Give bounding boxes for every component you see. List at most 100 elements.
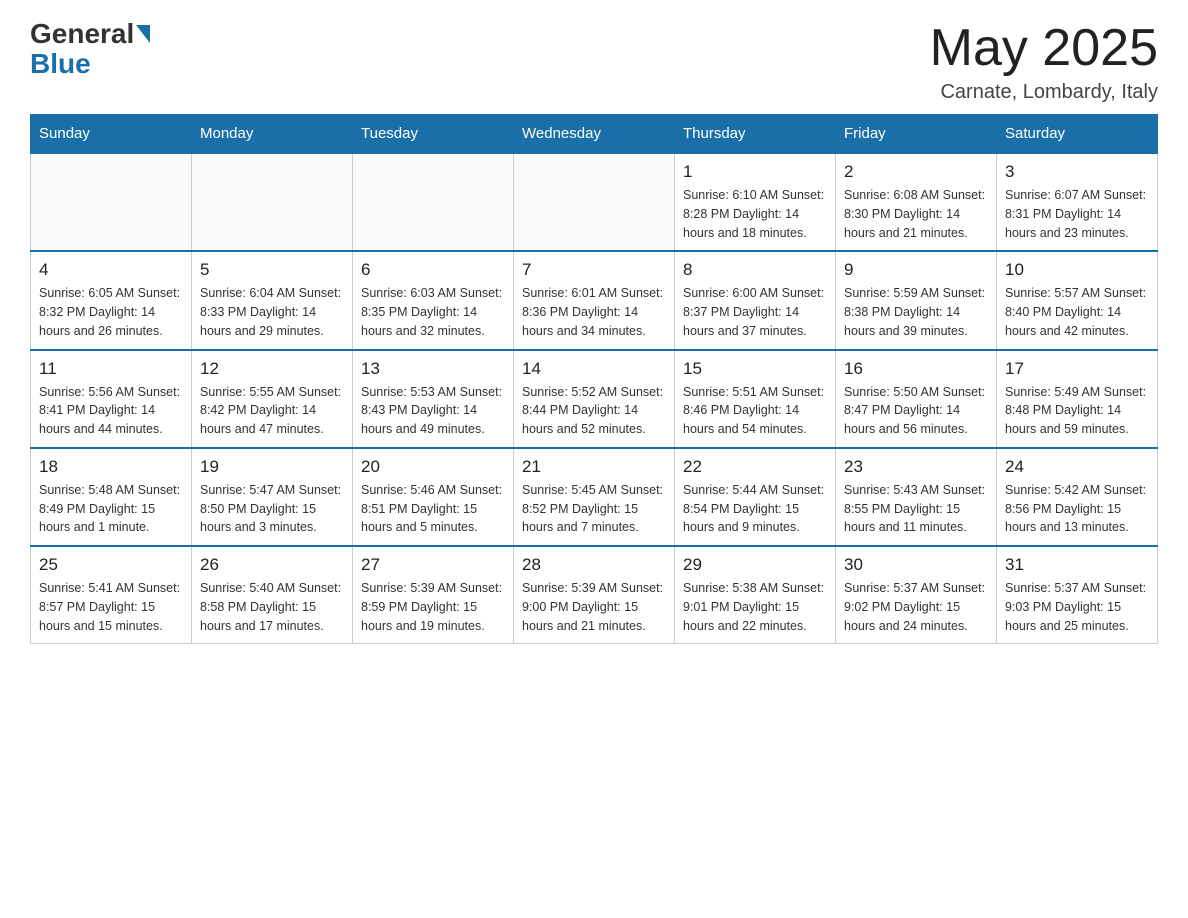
day-info: Sunrise: 5:50 AM Sunset: 8:47 PM Dayligh… <box>844 383 988 439</box>
calendar-day-cell: 27Sunrise: 5:39 AM Sunset: 8:59 PM Dayli… <box>353 546 514 644</box>
calendar-day-cell: 19 Sunrise: 5:47 AM Sunset: 8:50 PM Dayli… <box>192 448 353 546</box>
day-info: Sunrise: 5:43 AM Sunset: 8:55 PM Dayligh… <box>844 481 988 537</box>
day-info: Sunrise: 5:41 AM Sunset: 8:57 PM Dayligh… <box>39 579 183 635</box>
calendar-header-row: SundayMondayTuesdayWednesdayThursdayFrid… <box>31 115 1158 154</box>
calendar-day-cell: 1 Sunrise: 6:10 AM Sunset: 8:28 PM Daylig… <box>675 153 836 251</box>
calendar-day-cell: 20Sunrise: 5:46 AM Sunset: 8:51 PM Dayli… <box>353 448 514 546</box>
day-info: Sunrise: 5:48 AM Sunset: 8:49 PM Dayligh… <box>39 481 183 537</box>
day-number: 9 <box>844 260 988 280</box>
day-number: 7 <box>522 260 666 280</box>
day-number: 27 <box>361 555 505 575</box>
day-number: 13 <box>361 359 505 379</box>
day-info: Sunrise: 5:37 AM Sunset: 9:03 PM Dayligh… <box>1005 579 1149 635</box>
day-info: Sunrise: 5:47 AM Sunset: 8:50 PM Dayligh… <box>200 481 344 537</box>
calendar-day-cell: 23 Sunrise: 5:43 AM Sunset: 8:55 PM Dayli… <box>836 448 997 546</box>
calendar-day-cell <box>31 153 192 251</box>
day-number: 30 <box>844 555 988 575</box>
calendar-day-cell: 18 Sunrise: 5:48 AM Sunset: 8:49 PM Dayli… <box>31 448 192 546</box>
day-info: Sunrise: 6:03 AM Sunset: 8:35 PM Dayligh… <box>361 284 505 340</box>
calendar-day-cell: 4Sunrise: 6:05 AM Sunset: 8:32 PM Daylig… <box>31 251 192 349</box>
day-info: Sunrise: 5:40 AM Sunset: 8:58 PM Dayligh… <box>200 579 344 635</box>
logo-arrow-icon <box>136 25 150 43</box>
day-info: Sunrise: 5:39 AM Sunset: 9:00 PM Dayligh… <box>522 579 666 635</box>
calendar-day-cell <box>192 153 353 251</box>
day-number: 31 <box>1005 555 1149 575</box>
day-number: 3 <box>1005 162 1149 182</box>
day-number: 11 <box>39 359 183 379</box>
day-info: Sunrise: 5:42 AM Sunset: 8:56 PM Dayligh… <box>1005 481 1149 537</box>
calendar-day-cell: 15 Sunrise: 5:51 AM Sunset: 8:46 PM Dayli… <box>675 350 836 448</box>
day-info: Sunrise: 5:52 AM Sunset: 8:44 PM Dayligh… <box>522 383 666 439</box>
calendar-day-cell: 17 Sunrise: 5:49 AM Sunset: 8:48 PM Dayli… <box>997 350 1158 448</box>
calendar-day-cell: 21Sunrise: 5:45 AM Sunset: 8:52 PM Dayli… <box>514 448 675 546</box>
calendar-day-cell: 29 Sunrise: 5:38 AM Sunset: 9:01 PM Dayli… <box>675 546 836 644</box>
calendar-week-row: 25 Sunrise: 5:41 AM Sunset: 8:57 PM Dayli… <box>31 546 1158 644</box>
day-info: Sunrise: 5:59 AM Sunset: 8:38 PM Dayligh… <box>844 284 988 340</box>
calendar-week-row: 11 Sunrise: 5:56 AM Sunset: 8:41 PM Dayli… <box>31 350 1158 448</box>
day-number: 21 <box>522 457 666 477</box>
day-number: 5 <box>200 260 344 280</box>
logo: General Blue <box>30 20 152 80</box>
day-info: Sunrise: 6:08 AM Sunset: 8:30 PM Dayligh… <box>844 186 988 242</box>
day-info: Sunrise: 6:07 AM Sunset: 8:31 PM Dayligh… <box>1005 186 1149 242</box>
day-number: 22 <box>683 457 827 477</box>
day-number: 28 <box>522 555 666 575</box>
calendar-day-cell: 12Sunrise: 5:55 AM Sunset: 8:42 PM Dayli… <box>192 350 353 448</box>
calendar-day-cell: 2Sunrise: 6:08 AM Sunset: 8:30 PM Daylig… <box>836 153 997 251</box>
calendar-day-cell: 25 Sunrise: 5:41 AM Sunset: 8:57 PM Dayli… <box>31 546 192 644</box>
day-number: 1 <box>683 162 827 182</box>
day-number: 6 <box>361 260 505 280</box>
calendar-day-cell: 13Sunrise: 5:53 AM Sunset: 8:43 PM Dayli… <box>353 350 514 448</box>
day-number: 10 <box>1005 260 1149 280</box>
calendar-day-cell: 11 Sunrise: 5:56 AM Sunset: 8:41 PM Dayli… <box>31 350 192 448</box>
day-info: Sunrise: 5:56 AM Sunset: 8:41 PM Dayligh… <box>39 383 183 439</box>
day-number: 16 <box>844 359 988 379</box>
day-info: Sunrise: 5:38 AM Sunset: 9:01 PM Dayligh… <box>683 579 827 635</box>
day-of-week-header: Wednesday <box>514 115 675 154</box>
day-number: 4 <box>39 260 183 280</box>
calendar-day-cell: 14Sunrise: 5:52 AM Sunset: 8:44 PM Dayli… <box>514 350 675 448</box>
day-number: 12 <box>200 359 344 379</box>
calendar-day-cell: 24Sunrise: 5:42 AM Sunset: 8:56 PM Dayli… <box>997 448 1158 546</box>
day-number: 26 <box>200 555 344 575</box>
calendar-day-cell: 26 Sunrise: 5:40 AM Sunset: 8:58 PM Dayli… <box>192 546 353 644</box>
day-info: Sunrise: 6:10 AM Sunset: 8:28 PM Dayligh… <box>683 186 827 242</box>
day-number: 29 <box>683 555 827 575</box>
day-info: Sunrise: 5:51 AM Sunset: 8:46 PM Dayligh… <box>683 383 827 439</box>
calendar-day-cell: 8Sunrise: 6:00 AM Sunset: 8:37 PM Daylig… <box>675 251 836 349</box>
day-of-week-header: Thursday <box>675 115 836 154</box>
day-of-week-header: Sunday <box>31 115 192 154</box>
day-of-week-header: Tuesday <box>353 115 514 154</box>
day-of-week-header: Saturday <box>997 115 1158 154</box>
day-info: Sunrise: 5:49 AM Sunset: 8:48 PM Dayligh… <box>1005 383 1149 439</box>
day-info: Sunrise: 6:01 AM Sunset: 8:36 PM Dayligh… <box>522 284 666 340</box>
calendar-day-cell: 28 Sunrise: 5:39 AM Sunset: 9:00 PM Dayli… <box>514 546 675 644</box>
calendar-table: SundayMondayTuesdayWednesdayThursdayFrid… <box>30 114 1158 644</box>
day-info: Sunrise: 6:04 AM Sunset: 8:33 PM Dayligh… <box>200 284 344 340</box>
logo-general-text: General <box>30 20 134 48</box>
day-number: 17 <box>1005 359 1149 379</box>
title-block: May 2025 Carnate, Lombardy, Italy <box>930 20 1158 104</box>
day-number: 19 <box>200 457 344 477</box>
calendar-day-cell: 22 Sunrise: 5:44 AM Sunset: 8:54 PM Dayli… <box>675 448 836 546</box>
calendar-day-cell: 31 Sunrise: 5:37 AM Sunset: 9:03 PM Dayli… <box>997 546 1158 644</box>
calendar-day-cell: 30 Sunrise: 5:37 AM Sunset: 9:02 PM Dayli… <box>836 546 997 644</box>
day-info: Sunrise: 6:00 AM Sunset: 8:37 PM Dayligh… <box>683 284 827 340</box>
day-number: 25 <box>39 555 183 575</box>
day-info: Sunrise: 5:44 AM Sunset: 8:54 PM Dayligh… <box>683 481 827 537</box>
month-title: May 2025 <box>930 20 1158 77</box>
logo-blue-text: Blue <box>30 48 91 80</box>
calendar-day-cell: 3 Sunrise: 6:07 AM Sunset: 8:31 PM Daylig… <box>997 153 1158 251</box>
calendar-week-row: 18 Sunrise: 5:48 AM Sunset: 8:49 PM Dayli… <box>31 448 1158 546</box>
day-number: 23 <box>844 457 988 477</box>
day-of-week-header: Monday <box>192 115 353 154</box>
day-number: 15 <box>683 359 827 379</box>
calendar-day-cell <box>353 153 514 251</box>
location-text: Carnate, Lombardy, Italy <box>930 81 1158 104</box>
page-header: General Blue May 2025 Carnate, Lombardy,… <box>30 20 1158 104</box>
day-info: Sunrise: 5:37 AM Sunset: 9:02 PM Dayligh… <box>844 579 988 635</box>
calendar-week-row: 1 Sunrise: 6:10 AM Sunset: 8:28 PM Daylig… <box>31 153 1158 251</box>
calendar-day-cell <box>514 153 675 251</box>
day-number: 18 <box>39 457 183 477</box>
calendar-day-cell: 9 Sunrise: 5:59 AM Sunset: 8:38 PM Daylig… <box>836 251 997 349</box>
